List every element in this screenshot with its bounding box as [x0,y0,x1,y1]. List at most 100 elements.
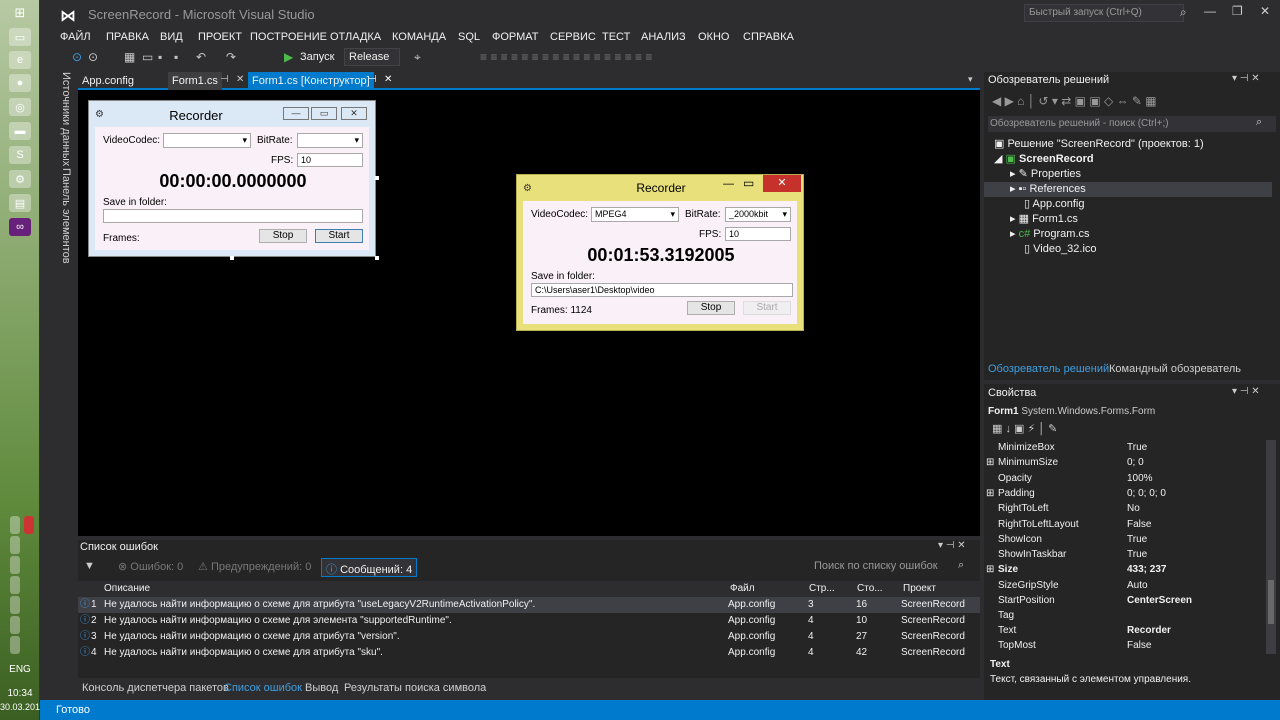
menu-file[interactable]: ФАЙЛ [60,28,91,46]
tab-app-config[interactable]: App.config [78,72,138,90]
language-indicator[interactable]: ENG [0,664,40,675]
col-column[interactable]: Сто... [857,581,883,597]
videocodec-select[interactable]: MPEG4 ▾ [591,207,679,222]
tab-error-list[interactable]: Список ошибок [224,680,302,696]
clock-date[interactable]: 30.03.2014 [0,702,45,712]
start-button[interactable]: Start [743,301,791,315]
minimize-button[interactable]: — [1204,4,1216,18]
error-row[interactable]: ⓘ 3 Не удалось найти информацию о схеме … [78,629,980,645]
menu-analyze[interactable]: АНАЛИЗ [641,28,686,46]
tab-form1-designer[interactable]: Form1.cs [Конструктор] [248,72,374,90]
new-project-icon[interactable]: ▦ [124,49,135,65]
tree-form1[interactable]: ▸ ▦ Form1.cs [1010,212,1078,227]
pin-icon[interactable]: ⊣ [220,74,229,85]
stop-button[interactable]: Stop [687,301,735,315]
tree-video-icon[interactable]: ▯ Video_32.ico [1024,242,1097,257]
filter-icon[interactable]: ▼ [84,560,95,572]
undo-icon[interactable]: ↶ [196,49,206,65]
bitrate-select[interactable]: ▾ [297,133,363,148]
chrome-icon[interactable]: ● [9,74,31,92]
error-search-input[interactable]: Поиск по списку ошибок [814,560,938,572]
menu-help[interactable]: СПРАВКА [743,28,794,46]
close-button[interactable]: ✕ [763,175,801,192]
property-row[interactable]: ShowIcon True [984,532,1266,547]
tray-icon[interactable] [10,516,20,534]
restore-button[interactable]: ❐ [1232,4,1243,18]
property-row[interactable]: SizeGripStyle Auto [984,578,1266,593]
opera-icon[interactable]: ◎ [9,98,31,116]
visual-studio-icon[interactable]: ∞ [9,218,31,236]
folder-input[interactable] [103,209,363,223]
videocodec-select[interactable]: ▾ [163,133,251,148]
fps-stepper[interactable]: 10 [297,153,363,167]
property-row[interactable]: MinimizeBox True [984,440,1266,455]
designer-form[interactable]: ⚙ Recorder — ▭ ✕ VideoCodec: ▾ BitRate: … [88,100,376,257]
properties-scrollbar[interactable] [1266,440,1276,654]
save-icon[interactable]: ▪ [158,49,162,65]
resize-handle[interactable] [230,256,234,260]
tab-output[interactable]: Вывод [305,680,338,696]
property-row[interactable]: RightToLeft No [984,501,1266,516]
tray-icon[interactable] [10,536,20,554]
fps-stepper[interactable]: 10 [725,227,791,241]
menu-format[interactable]: ФОРМАТ [492,28,539,46]
search-icon[interactable]: ⌕ [958,559,964,572]
quick-launch-input[interactable]: Быстрый запуск (Ctrl+Q) [1024,4,1184,22]
panel-dropdown-icon[interactable]: ▾ ⊣ ✕ [938,540,966,551]
tab-team-explorer[interactable]: Командный обозреватель [1109,363,1241,375]
tree-solution[interactable]: ▣ Решение "ScreenRecord" (проектов: 1) [994,137,1204,152]
skype-icon[interactable]: S [9,146,31,164]
property-row[interactable]: ⊞ MinimumSize 0; 0 [984,455,1266,470]
col-project[interactable]: Проект [903,581,936,597]
col-line[interactable]: Стр... [809,581,835,597]
ie-icon[interactable]: e [9,51,31,69]
folder-icon[interactable]: ▬ [9,122,31,140]
stop-button[interactable]: Stop [259,229,307,243]
open-icon[interactable]: ▭ [142,49,153,65]
minimize-button[interactable]: — [723,178,734,190]
tab-solution-explorer[interactable]: Обозреватель решений [988,363,1109,375]
redo-icon[interactable]: ↷ [226,49,236,65]
search-icon[interactable]: ⌕ [1256,116,1262,129]
bitrate-select[interactable]: _2000kbit ▾ [725,207,791,222]
error-row[interactable]: ⓘ 2 Не удалось найти информацию о схеме … [78,613,980,629]
menu-view[interactable]: ВИД [160,28,183,46]
tray-icon[interactable] [24,516,34,534]
col-file[interactable]: Файл [730,581,755,597]
close-tab-icon[interactable]: ✕ [384,74,392,85]
save-all-icon[interactable]: ▪ [174,49,178,65]
tray-icon[interactable] [10,596,20,614]
scrollbar-thumb[interactable] [1268,580,1274,624]
configuration-select[interactable]: Release [344,48,400,66]
menu-project[interactable]: ПРОЕКТ [198,28,242,46]
panel-controls-icon[interactable]: ▾ ⊣ ✕ [1232,386,1260,397]
explorer-icon[interactable]: ▭ [9,28,31,46]
running-recorder-window[interactable]: ⚙ Recorder — ▭ ✕ VideoCodec: MPEG4 ▾ BitR… [516,174,804,331]
menu-sql[interactable]: SQL [458,28,480,46]
panel-controls-icon[interactable]: ▾ ⊣ ✕ [1232,73,1260,84]
solution-toolbar-icons[interactable]: ◀ ▶ ⌂ │ ↺ ▾ ⇄ ▣ ▣ ◇ ⇔ ✎ ▦ [992,94,1157,108]
tree-references[interactable]: ▸ ▪▫ References [1010,182,1086,197]
tree-properties[interactable]: ▸ ✎ Properties [1010,167,1081,182]
close-button[interactable]: ✕ [1260,4,1270,18]
warnings-filter-button[interactable]: ⚠ Предупреждений: 0 [198,560,311,573]
start-debug-button[interactable]: Запуск [300,49,334,65]
menu-edit[interactable]: ПРАВКА [106,28,149,46]
clock-time[interactable]: 10:34 [0,688,40,699]
maximize-button[interactable]: ▭ [743,176,754,190]
tray-icon[interactable] [10,576,20,594]
tray-icon[interactable] [10,616,20,634]
tree-program[interactable]: ▸ c# Program.cs [1010,227,1090,242]
resize-handle[interactable] [375,256,379,260]
menu-test[interactable]: ТЕСТ [602,28,630,46]
recorder-app-icon[interactable]: ⚙ [9,170,31,188]
menu-tools[interactable]: СЕРВИС [550,28,596,46]
pin-icon[interactable]: ⊣ [368,74,377,85]
property-row[interactable]: Tag [984,608,1266,623]
solution-search-input[interactable]: Обозреватель решений - поиск (Ctrl+;) [988,116,1276,132]
tab-form1-cs[interactable]: Form1.cs [168,72,222,90]
tab-dropdown-icon[interactable]: ▾ [968,74,973,85]
find-icon[interactable]: ⌖ [414,49,421,65]
object-selector[interactable]: Form1 System.Windows.Forms.Form [988,406,1155,417]
col-description[interactable]: Описание [104,581,150,597]
